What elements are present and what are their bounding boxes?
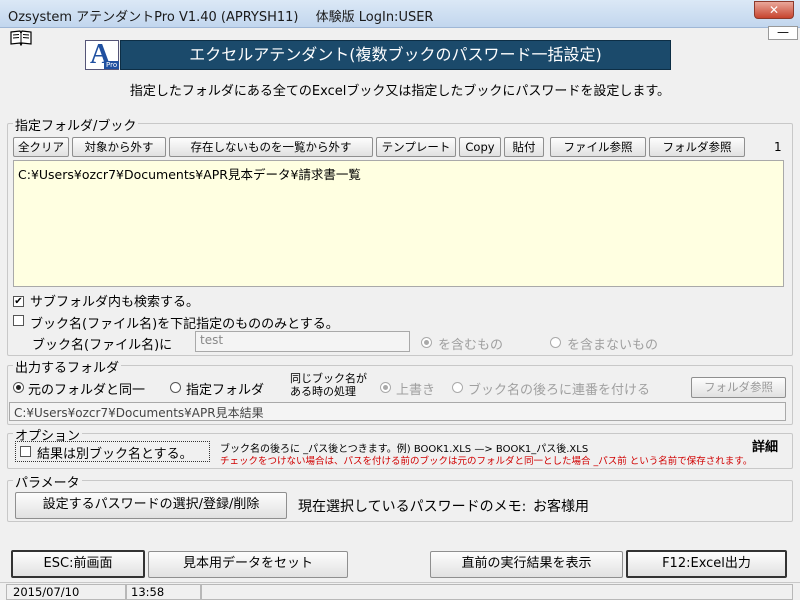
sample-data-button[interactable]: 見本用データをセット [148, 551, 348, 578]
folder-browse-button[interactable]: フォルダ参照 [649, 137, 745, 157]
status-bar: 2015/07/10 13:58 [0, 582, 800, 600]
select-password-button[interactable]: 設定するパスワードの選択/登録/削除 [15, 492, 287, 519]
app-logo: A Pro [85, 39, 120, 70]
overwrite-radio[interactable] [380, 382, 391, 396]
same-folder-label[interactable]: 元のフォルダと同一 [28, 379, 145, 398]
path-list[interactable]: C:¥Users¥ozcr7¥Documents¥APR見本データ¥請求書一覧 [13, 160, 784, 287]
detail-link[interactable]: 詳細 [752, 436, 778, 455]
item-count: 1 [774, 140, 782, 154]
bookname-filter-label[interactable]: ブック名(ファイル名)を下記指定のもののみとする。 [30, 313, 339, 332]
subfolder-label[interactable]: サブフォルダ内も検索する。 [30, 291, 199, 310]
option-note-2: チェックをつけない場合は、パスを付ける前のブックは元のフォルダと同一とした場合 … [220, 456, 753, 467]
window-title: Ozsystem アテンダントPro V1.40 (APRYSH11) 体験版 … [8, 10, 434, 25]
contains-radio[interactable] [421, 337, 432, 351]
paste-button[interactable]: 貼付 [504, 137, 544, 157]
copy-button[interactable]: Copy [459, 137, 501, 157]
subfolder-checkbox[interactable]: ✔ [13, 293, 24, 307]
memo-label: 現在選択しているパスワードのメモ: [298, 499, 527, 515]
clear-all-button[interactable]: 全クリア [13, 137, 69, 157]
subfolder-check-mark[interactable]: ✔ [13, 296, 24, 307]
status-date: 2015/07/10 [6, 584, 126, 600]
not-contains-radio[interactable] [550, 337, 561, 351]
not-contains-label[interactable]: を含まないもの [567, 334, 658, 353]
output-path-input[interactable]: C:¥Users¥ozcr7¥Documents¥APR見本結果 [9, 402, 786, 421]
separate-name-checkbox[interactable] [20, 446, 31, 460]
memo-value: お客様用 [533, 499, 589, 515]
same-name-line2: ある時の処理 [290, 385, 356, 398]
specified-folder-label[interactable]: 指定フォルダ [186, 379, 264, 398]
bookname-field-label: ブック名(ファイル名)に [32, 338, 173, 353]
params-group-label: パラメータ [13, 472, 82, 491]
title-bar: Ozsystem アテンダントPro V1.40 (APRYSH11) 体験版 … [0, 0, 800, 28]
separate-name-label[interactable]: 結果は別ブック名とする。 [37, 443, 193, 462]
exclude-missing-button[interactable]: 存在しないものを一覧から外す [169, 137, 373, 157]
file-browse-button[interactable]: ファイル参照 [550, 137, 646, 157]
exclude-target-button[interactable]: 対象から外す [72, 137, 166, 157]
logo-sub: Pro [104, 61, 120, 69]
same-name-handling-label: 同じブック名が ある時の処理 [290, 372, 367, 398]
output-folder-browse-button[interactable]: フォルダ参照 [691, 377, 786, 398]
book-icon[interactable] [10, 30, 32, 50]
bookname-checkbox[interactable] [13, 315, 24, 329]
excel-output-button[interactable]: F12:Excel出力 [626, 550, 787, 578]
same-folder-radio[interactable] [13, 382, 24, 396]
serial-suffix-label[interactable]: ブック名の後ろに連番を付ける [468, 379, 650, 398]
contains-label[interactable]: を含むもの [438, 334, 503, 353]
same-name-line1: 同じブック名が [290, 372, 367, 385]
page-banner: エクセルアテンダント(複数ブックのパスワード一括設定) [120, 40, 671, 70]
status-time: 13:58 [126, 584, 201, 600]
page-description: 指定したフォルダにある全てのExcelブック又は指定したブックにパスワードを設定… [129, 84, 671, 99]
show-last-result-button[interactable]: 直前の実行結果を表示 [430, 551, 623, 578]
esc-back-button[interactable]: ESC:前画面 [11, 550, 145, 578]
bookname-input[interactable]: test [195, 331, 410, 352]
folder-group-label: 指定フォルダ/ブック [13, 115, 139, 134]
status-blank [201, 584, 793, 600]
bookname-check-box[interactable] [13, 315, 24, 326]
serial-radio[interactable] [452, 382, 463, 396]
minimize-button[interactable]: — [768, 26, 798, 40]
output-group-label: 出力するフォルダ [13, 357, 122, 376]
template-button[interactable]: テンプレート [376, 137, 456, 157]
overwrite-label[interactable]: 上書き [396, 379, 435, 398]
close-button[interactable]: ✕ [754, 1, 794, 19]
specified-folder-radio[interactable] [170, 382, 181, 396]
